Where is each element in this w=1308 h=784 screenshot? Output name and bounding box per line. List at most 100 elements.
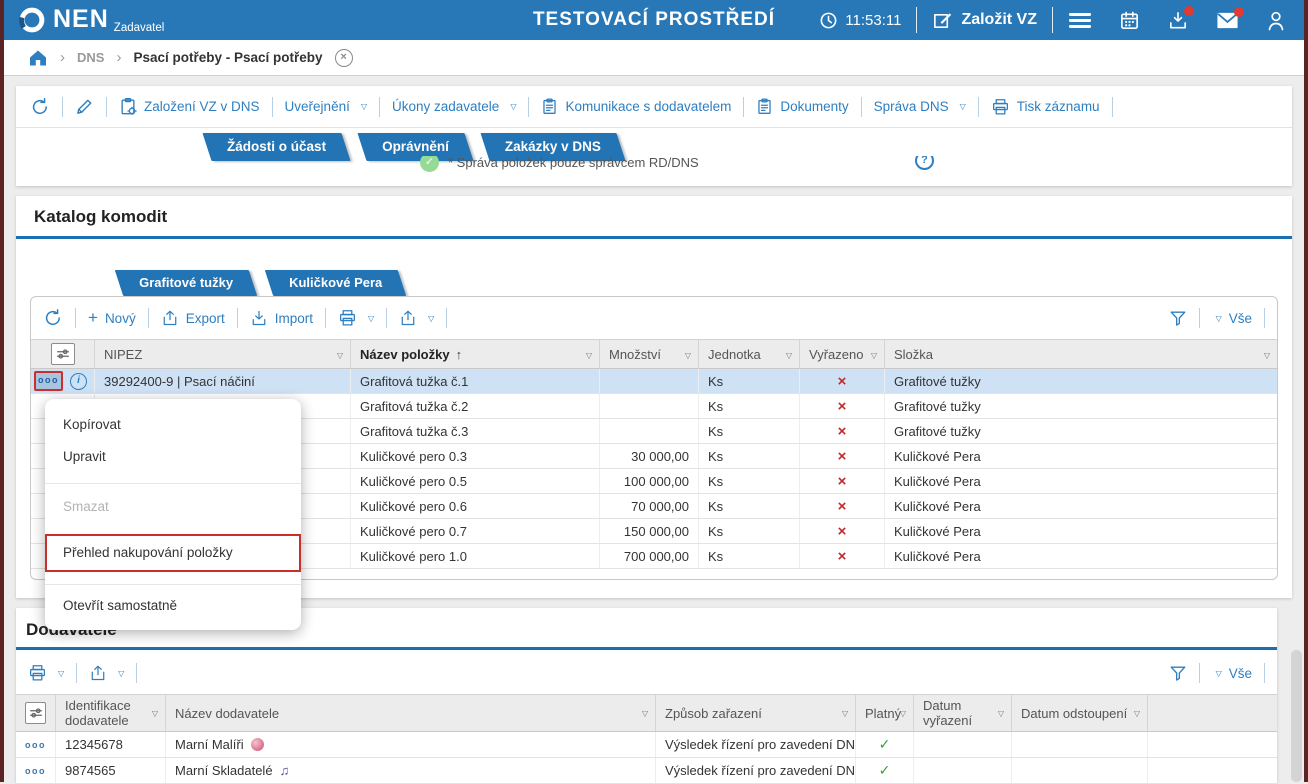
printer-icon	[991, 98, 1010, 116]
home-icon[interactable]	[28, 48, 48, 67]
tab-kulickove-pera[interactable]: Kuličkové Pera	[269, 270, 402, 296]
cell-mnozstvi	[600, 419, 699, 443]
column-header-zpusob[interactable]: Způsob zařazení	[656, 695, 856, 731]
excluded-x-icon: ×	[800, 519, 885, 543]
palette-icon	[251, 738, 264, 751]
chevron-down-icon: ▽	[118, 669, 124, 678]
clipped-form-row: ✓ * Správa položek pouze správcem RD/DNS…	[16, 156, 1292, 179]
column-header-slozka[interactable]: Složka	[885, 340, 1277, 368]
help-icon[interactable]: ?	[915, 156, 934, 170]
column-header-nipez[interactable]: NIPEZ	[95, 340, 351, 368]
vertical-scrollbar[interactable]	[1291, 650, 1302, 782]
filter-preset-select[interactable]: ▽ Vše	[1212, 666, 1252, 681]
refresh-button[interactable]	[43, 308, 63, 328]
chevron-down-icon: ▽	[58, 669, 64, 678]
funnel-icon	[1169, 664, 1187, 682]
column-settings-button[interactable]	[25, 702, 46, 724]
row-menu-button[interactable]: ooo	[34, 371, 63, 391]
breadcrumb-dns[interactable]: DNS	[77, 50, 104, 65]
create-vz-button[interactable]: Založit VZ	[932, 10, 1037, 31]
katalog-toolbar: + Nový Export Import ▽ ▽	[31, 297, 1277, 339]
notification-dot	[1184, 6, 1194, 16]
print-menu-button[interactable]: ▽	[28, 664, 64, 682]
chevron-down-icon: ▽	[1216, 669, 1222, 678]
export-button[interactable]: Export	[161, 309, 225, 327]
new-item-button[interactable]: + Nový	[88, 308, 136, 328]
cell-datum-vyrazeni	[914, 758, 1012, 783]
column-header-platny[interactable]: Platný	[856, 695, 914, 731]
katalog-tabstrip: Vše Grafitové tužky Kuličkové Pera	[40, 270, 418, 296]
dodavatele-table: Identifikace dodavatele Název dodavatele…	[16, 694, 1277, 784]
table-row[interactable]: ooo i 39292400-9 | Psací náčiní Grafitov…	[31, 369, 1277, 394]
row-menu-button[interactable]: ooo	[25, 766, 46, 776]
section-divider	[16, 236, 1292, 239]
close-record-icon[interactable]: ×	[335, 49, 353, 67]
cell-jednotka: Ks	[699, 469, 800, 493]
action-uverejneni[interactable]: Uveřejnění▽	[285, 99, 367, 114]
cell-mnozstvi: 100 000,00	[600, 469, 699, 493]
sort-asc-icon: ↑	[456, 347, 463, 362]
profile-button[interactable]	[1266, 10, 1286, 31]
column-header-datum-odstoupeni[interactable]: Datum odstoupení	[1012, 695, 1148, 731]
tab-vse[interactable]: Vše	[40, 270, 103, 296]
funnel-icon	[1169, 309, 1187, 327]
info-icon[interactable]: i	[70, 373, 87, 390]
column-header-nazev[interactable]: Název položky↑	[351, 340, 600, 368]
column-header-vyrazeno[interactable]: Vyřazeno	[800, 340, 885, 368]
cell-mnozstvi: 700 000,00	[600, 544, 699, 568]
refresh-button[interactable]	[30, 97, 50, 117]
column-header-mnozstvi[interactable]: Množství	[600, 340, 699, 368]
menu-item-upravit[interactable]: Upravit	[45, 442, 301, 471]
print-menu-button[interactable]: ▽	[338, 309, 374, 327]
printer-icon	[338, 309, 357, 327]
cell-jednotka: Ks	[699, 494, 800, 518]
table-row[interactable]: ooo 9874565 Marní Skladatelé Výsledek ří…	[16, 758, 1277, 784]
cell-jednotka: Ks	[699, 394, 800, 418]
messages-button[interactable]	[1216, 11, 1239, 30]
action-tisk-zaznamu[interactable]: Tisk záznamu	[991, 98, 1100, 116]
action-zalozeni-vz-dns[interactable]: Založení VZ v DNS	[119, 97, 260, 116]
column-header-identifikace[interactable]: Identifikace dodavatele	[56, 695, 166, 731]
column-header-nazev-dodavatele[interactable]: Název dodavatele	[166, 695, 656, 731]
chevron-down-icon: ▽	[368, 314, 374, 323]
cell-mnozstvi	[600, 394, 699, 418]
printer-icon	[28, 664, 47, 682]
filter-button[interactable]	[1169, 309, 1187, 327]
user-icon	[1266, 10, 1286, 31]
column-header-jednotka[interactable]: Jednotka	[699, 340, 800, 368]
menu-item-prehled-nakupovani[interactable]: Přehled nakupování položky	[45, 534, 301, 572]
menu-item-kopirovat[interactable]: Kopírovat	[45, 410, 301, 439]
cell-zpusob: Výsledek řízení pro zavedení DNS	[656, 732, 856, 757]
filter-button[interactable]	[1169, 664, 1187, 682]
row-menu-button[interactable]: ooo	[25, 740, 46, 750]
action-sprava-dns[interactable]: Správa DNS▽	[874, 99, 966, 114]
export-icon	[161, 309, 179, 327]
action-ukony-zadavatele[interactable]: Úkony zadavatele▽	[392, 99, 516, 114]
column-header-datum-vyrazeni[interactable]: Datum vyřazení	[914, 695, 1012, 731]
filter-preset-select[interactable]: ▽ Vše	[1212, 311, 1252, 326]
calendar-button[interactable]	[1119, 10, 1140, 31]
table-row[interactable]: ooo 12345678 Marní Malíři Výsledek řízen…	[16, 732, 1277, 758]
cell-jednotka: Ks	[699, 444, 800, 468]
menu-divider	[45, 584, 301, 585]
cell-mnozstvi: 70 000,00	[600, 494, 699, 518]
inbox-button[interactable]	[1167, 10, 1189, 31]
chevron-down-icon: ▽	[510, 102, 516, 111]
action-komunikace[interactable]: Komunikace s dodavatelem	[541, 97, 731, 116]
cell-slozka: Grafitové tužky	[885, 369, 1277, 393]
cell-slozka: Kuličkové Pera	[885, 519, 1277, 543]
menu-button[interactable]	[1068, 11, 1092, 29]
section-title: Katalog komodit	[34, 207, 167, 227]
record-header-card: Založení VZ v DNS Uveřejnění▽ Úkony zada…	[16, 86, 1292, 186]
cell-datum-odstoupeni	[1012, 732, 1148, 757]
tab-grafitove-tuzky[interactable]: Grafitové tužky	[119, 270, 253, 296]
breadcrumb-separator	[60, 49, 65, 67]
column-settings-button[interactable]	[51, 343, 75, 365]
action-dokumenty[interactable]: Dokumenty	[756, 97, 848, 116]
import-button[interactable]: Import	[250, 309, 313, 327]
edit-button[interactable]	[75, 97, 94, 116]
menu-item-otevrit-samostatne[interactable]: Otevřít samostatně	[45, 591, 301, 620]
breadcrumb-current[interactable]: Psací potřeby - Psací potřeby	[133, 50, 322, 65]
share-menu-button[interactable]: ▽	[399, 309, 434, 327]
share-menu-button[interactable]: ▽	[89, 664, 124, 682]
